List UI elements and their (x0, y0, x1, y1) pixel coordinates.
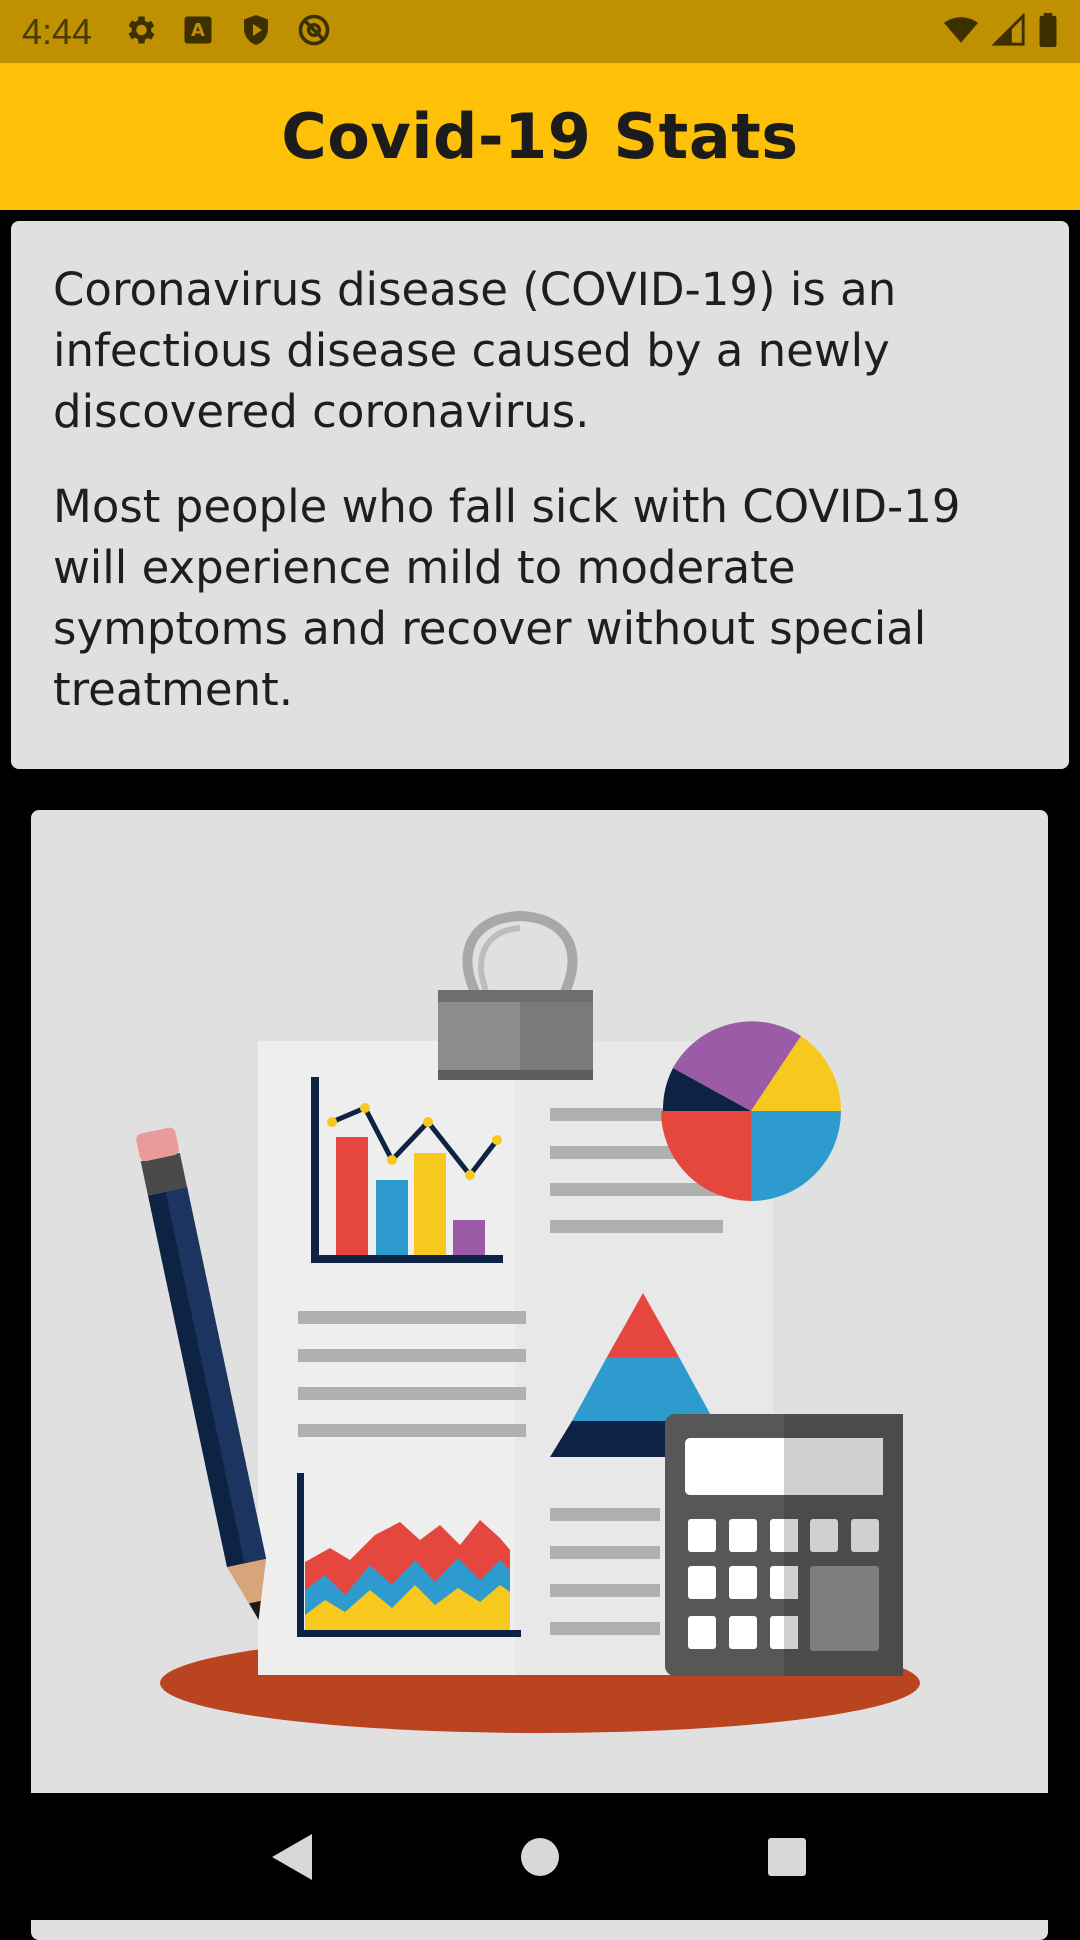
info-card: Coronavirus disease (COVID-19) is an inf… (11, 221, 1069, 769)
status-bar: 4:44 A (0, 0, 1080, 63)
illustration-card (31, 810, 1048, 1940)
play-protect-icon (238, 12, 274, 52)
status-icons-right (942, 11, 1058, 51)
status-icons-left: A (122, 12, 332, 52)
settings-icon (122, 12, 158, 52)
binder-clip-icon (438, 910, 593, 1080)
pencil-icon (136, 1127, 267, 1620)
calculator-icon (665, 1414, 903, 1676)
keyboard-a-icon: A (180, 12, 216, 52)
back-icon (272, 1833, 313, 1880)
page-title: Covid-19 Stats (281, 100, 799, 173)
battery-icon (1038, 12, 1058, 51)
home-button[interactable] (500, 1817, 580, 1897)
status-time: 4:44 (22, 10, 93, 52)
info-paragraph-2: Most people who fall sick with COVID-19 … (53, 480, 961, 716)
back-button[interactable] (253, 1817, 333, 1897)
svg-text:A: A (191, 20, 205, 41)
home-icon (520, 1837, 559, 1876)
recents-button[interactable] (747, 1817, 827, 1897)
statistics-illustration (136, 910, 920, 1733)
app-bar: Covid-19 Stats (0, 63, 1080, 210)
wifi-icon (942, 13, 980, 51)
recents-icon (767, 1837, 806, 1876)
pie-chart-icon (661, 1021, 842, 1201)
navigation-bar (0, 1793, 1080, 1920)
info-paragraph-1: Coronavirus disease (COVID-19) is an inf… (53, 263, 897, 438)
at-sign-icon (296, 12, 332, 52)
cellular-signal-icon (991, 11, 1026, 51)
